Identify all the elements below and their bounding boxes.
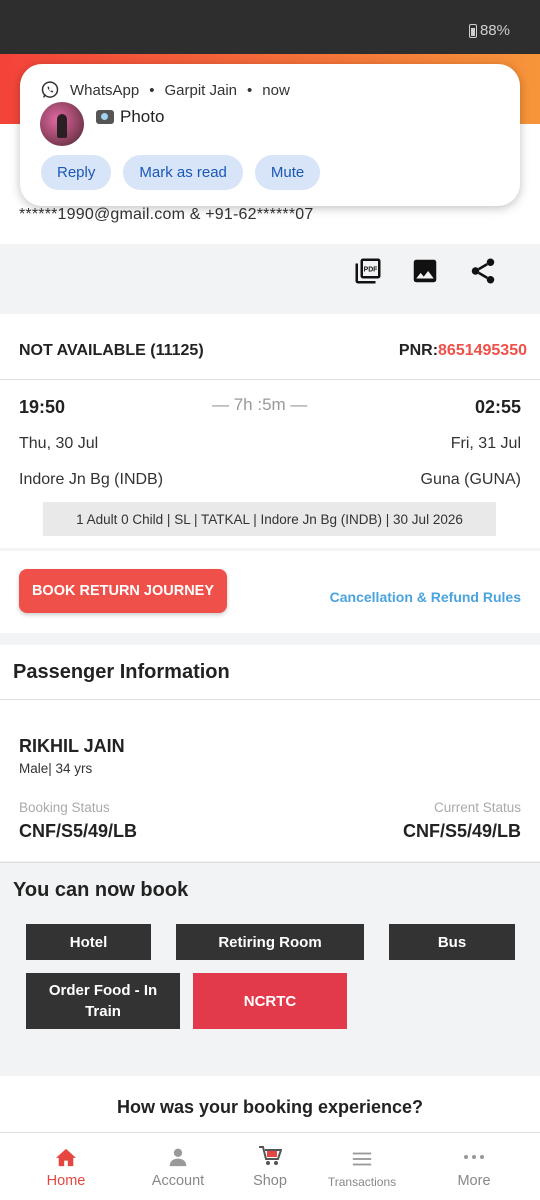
feedback-question: How was your booking experience? (116, 1097, 424, 1117)
nav-more-label: More (457, 1173, 491, 1189)
notification-message: Photo (96, 107, 164, 127)
retiring-room-button[interactable]: Retiring Room (176, 924, 364, 960)
book-return-journey-button[interactable]: BOOK RETURN JOURNEY (19, 569, 227, 613)
can-book-heading: You can now book (13, 879, 189, 901)
divider (0, 862, 540, 863)
availability-status: NOT AVAILABLE (11125) (19, 342, 204, 360)
battery-level: 88% (479, 22, 510, 39)
passenger-heading: Passenger Information (13, 661, 230, 683)
notification-separator: • (247, 81, 253, 99)
notification-actions: Reply Mark as read Mute (41, 155, 321, 190)
notification-header: WhatsApp • Garpit Jain • now (40, 80, 290, 100)
nav-more[interactable]: More (434, 1133, 514, 1200)
pdf-icon[interactable]: PDF (353, 256, 383, 286)
availability-text: NOT AVAILABLE (19, 342, 146, 359)
nav-home[interactable]: Home (26, 1133, 106, 1200)
to-station: Guna (GUNA) (420, 471, 521, 488)
pnr-label: PNR: (398, 342, 439, 359)
mute-button[interactable]: Mute (254, 155, 321, 190)
home-icon (56, 1148, 76, 1167)
divider (0, 379, 540, 380)
camera-icon (96, 110, 114, 124)
shop-cart-icon (259, 1146, 282, 1165)
sender-avatar (40, 102, 84, 146)
cancellation-refund-link[interactable]: Cancellation & Refund Rules (330, 589, 521, 605)
bus-button[interactable]: Bus (389, 924, 515, 960)
arrival-date: Fri, 31 Jul (450, 435, 521, 452)
notification-separator: • (149, 81, 155, 99)
notification-time: now (262, 81, 290, 99)
passenger-name: RIKHIL JAIN (19, 736, 125, 756)
notification-app-name: WhatsApp (70, 81, 140, 99)
pnr-number: 8651495350 (438, 342, 527, 359)
list-icon (352, 1152, 372, 1166)
booking-status-label: Booking Status (19, 800, 110, 815)
passenger-meta: Male| 34 yrs (19, 761, 93, 776)
nav-home-label: Home (46, 1173, 86, 1189)
hotel-button[interactable]: Hotel (26, 924, 151, 960)
nav-transactions-label: Transactions (327, 1175, 397, 1189)
booking-status-value: CNF/S5/49/LB (19, 821, 138, 841)
share-icon[interactable] (468, 256, 498, 286)
reply-button[interactable]: Reply (41, 155, 112, 190)
ncrtc-button[interactable]: NCRTC (193, 973, 347, 1029)
account-icon (169, 1148, 187, 1167)
notification-message-text: Photo (120, 107, 165, 126)
bottom-navigation: Home Account Shop Transactions More (0, 1132, 540, 1200)
ticket-action-bar (0, 246, 540, 310)
notification-sender: Garpit Jain (164, 81, 238, 99)
from-station: Indore Jn Bg (INDB) (19, 471, 164, 488)
journey-summary: 1 Adult 0 Child | SL | TATKAL | Indore J… (43, 502, 496, 536)
pnr: PNR:8651495350 (399, 342, 527, 360)
battery-indicator: 88% (468, 22, 510, 39)
current-status-label: Current Status (433, 800, 521, 815)
mark-as-read-button[interactable]: Mark as read (123, 155, 243, 190)
svg-text:PDF: PDF (364, 267, 378, 274)
whatsapp-notification[interactable]: WhatsApp • Garpit Jain • now Photo Reply… (20, 64, 520, 206)
train-number: (11125) (150, 342, 204, 359)
nav-shop-label: Shop (253, 1173, 287, 1189)
battery-icon (468, 23, 477, 38)
nav-transactions[interactable]: Transactions (312, 1133, 412, 1200)
order-food-button[interactable]: Order Food - In Train (26, 973, 180, 1029)
arrival-time: 02:55 (474, 397, 521, 417)
more-dots-icon (464, 1155, 484, 1159)
contact-details: ******1990@gmail.com & +91-62******07 (19, 206, 314, 223)
nav-account-label: Account (151, 1173, 205, 1189)
current-status-value: CNF/S5/49/LB (402, 821, 521, 841)
nav-shop[interactable]: Shop (230, 1133, 310, 1200)
nav-account[interactable]: Account (138, 1133, 218, 1200)
departure-time: 19:50 (19, 397, 66, 417)
whatsapp-icon (41, 81, 59, 98)
image-icon[interactable] (410, 256, 440, 286)
divider (0, 699, 540, 700)
status-bar: 88% (0, 0, 540, 54)
journey-duration: — 7h :5m — (212, 395, 308, 414)
departure-date: Thu, 30 Jul (19, 435, 99, 452)
